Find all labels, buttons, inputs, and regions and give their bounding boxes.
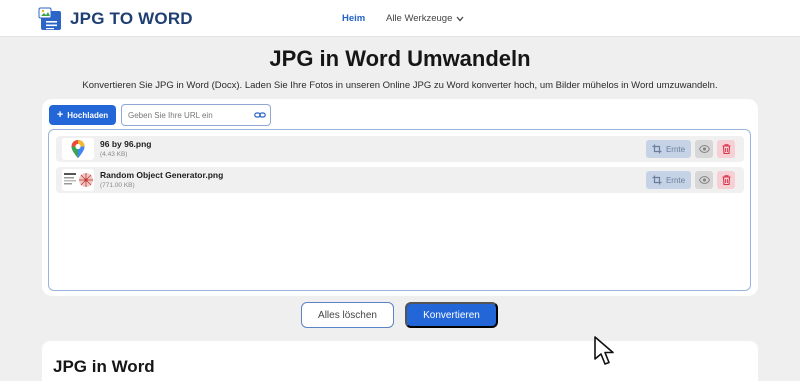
generator-thumbnail-icon <box>64 173 93 187</box>
crop-icon <box>652 175 662 185</box>
brand-logo[interactable]: JPG TO WORD <box>38 7 193 31</box>
link-icon[interactable] <box>254 110 266 120</box>
brand-name: JPG TO WORD <box>70 9 193 28</box>
trash-icon <box>722 175 730 185</box>
trash-icon <box>722 144 730 154</box>
crop-icon <box>652 144 662 154</box>
eye-icon <box>698 176 710 184</box>
cursor-icon <box>594 336 614 365</box>
file-name: Random Object Generator.png <box>100 170 224 180</box>
upload-button[interactable]: + Hochladen <box>49 105 116 125</box>
upload-button-label: Hochladen <box>67 110 109 120</box>
section-title: JPG in Word <box>53 357 155 376</box>
preview-button[interactable] <box>695 171 713 189</box>
file-size: (771.00 KB) <box>100 182 135 189</box>
plus-icon: + <box>56 108 64 121</box>
crop-button-label: Ernte <box>665 175 686 185</box>
clear-all-button[interactable]: Alles löschen <box>301 302 394 328</box>
crop-button[interactable]: Ernte <box>646 171 691 189</box>
file-thumbnail <box>62 138 94 160</box>
logo-icon <box>38 7 61 30</box>
map-pin-icon <box>71 140 85 158</box>
file-row: Random Object Generator.png (771.00 KB) … <box>56 167 744 193</box>
nav-all-tools-label: Alle Werkzeuge <box>386 13 453 24</box>
url-input[interactable] <box>121 104 271 126</box>
file-thumbnail <box>62 169 94 191</box>
file-size: (4.43 KB) <box>100 151 128 158</box>
top-header: JPG TO WORD Heim Alle Werkzeuge <box>0 0 800 37</box>
convert-button[interactable]: Konvertieren <box>405 302 498 328</box>
preview-button[interactable] <box>695 140 713 158</box>
delete-button[interactable] <box>717 140 735 158</box>
crop-button-label: Ernte <box>665 144 686 154</box>
page-title: JPG in Word Umwandeln <box>269 46 531 71</box>
eye-icon <box>698 145 710 153</box>
nav-home-link[interactable]: Heim <box>342 13 365 24</box>
page-subtitle: Konvertieren Sie JPG in Word (Docx). Lad… <box>82 80 718 91</box>
crop-button[interactable]: Ernte <box>646 140 691 158</box>
file-name: 96 by 96.png <box>100 139 152 149</box>
file-row: 96 by 96.png (4.43 KB) Ernte <box>56 136 744 162</box>
nav-all-tools-dropdown[interactable]: Alle Werkzeuge <box>386 13 464 24</box>
delete-button[interactable] <box>717 171 735 189</box>
chevron-down-icon <box>456 16 464 21</box>
